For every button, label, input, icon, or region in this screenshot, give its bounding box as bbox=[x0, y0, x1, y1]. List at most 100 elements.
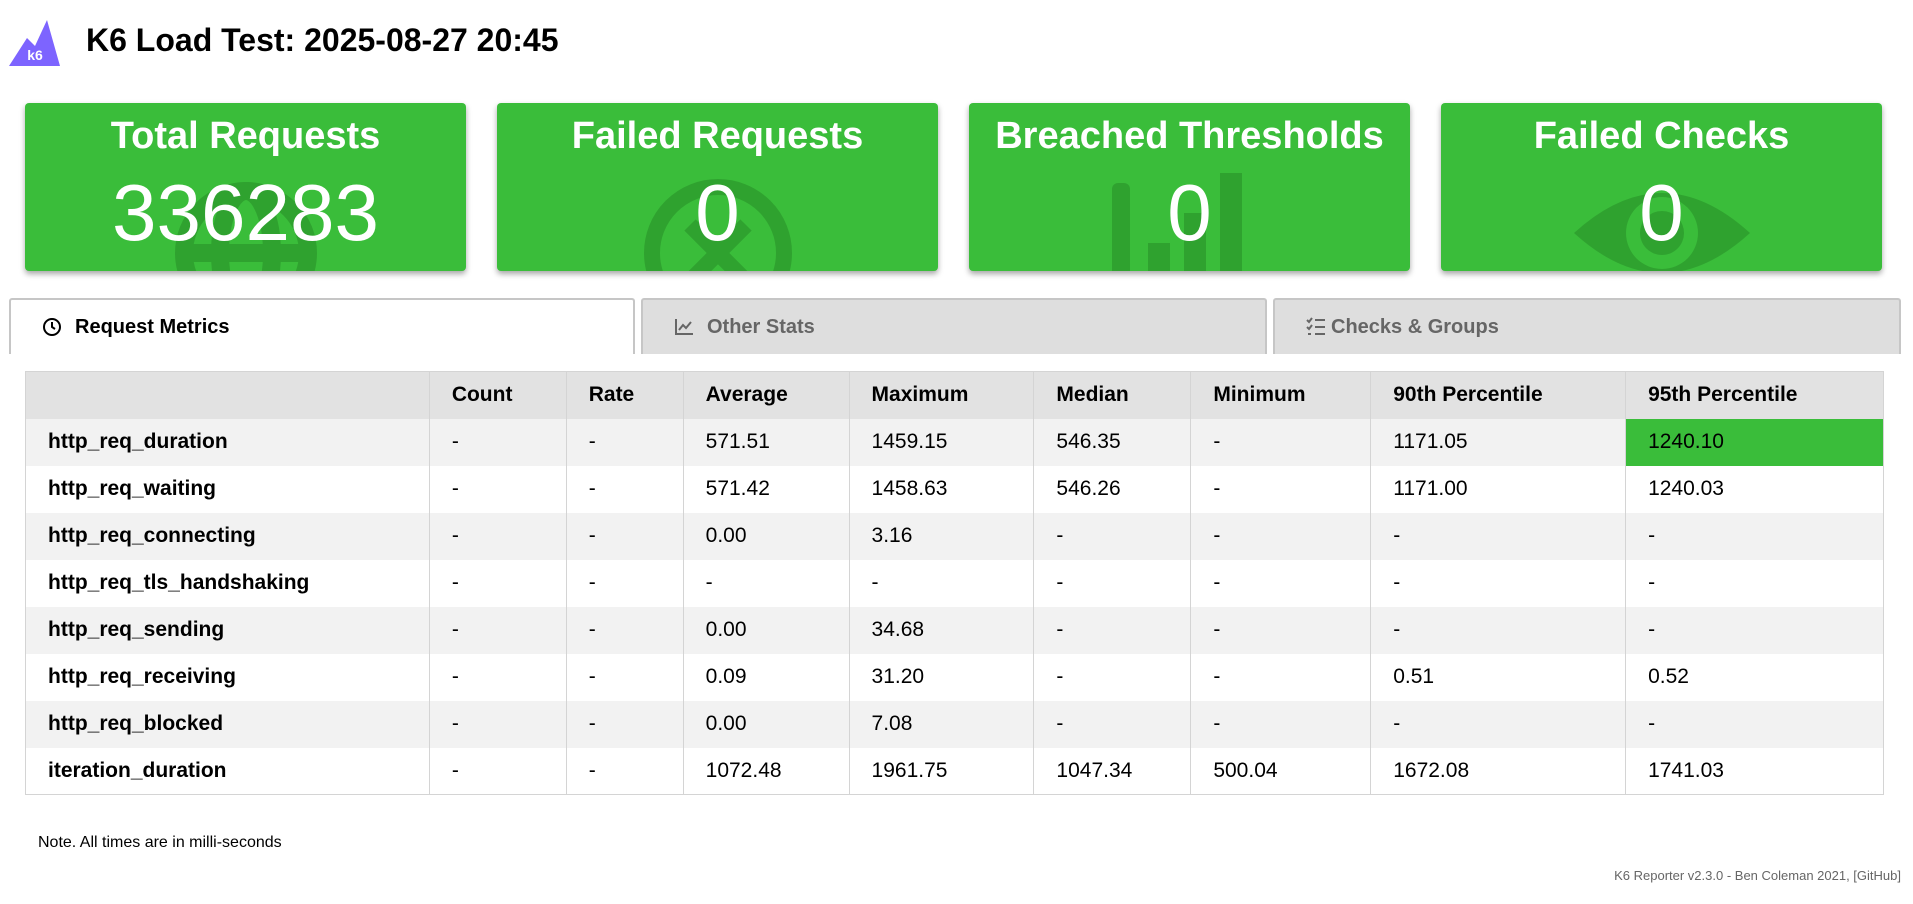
summary-box-total-requests: Total Requests 336283 bbox=[25, 103, 466, 271]
table-cell: 31.20 bbox=[849, 653, 1035, 701]
table-cell: 3.16 bbox=[849, 512, 1035, 560]
table-cell: - bbox=[1370, 606, 1627, 654]
table-cell: 571.51 bbox=[683, 418, 850, 466]
summary-value: 336283 bbox=[112, 168, 379, 257]
table-cell: 546.26 bbox=[1033, 465, 1192, 513]
summary-value: 0 bbox=[1639, 168, 1684, 257]
table-cell: 1961.75 bbox=[849, 747, 1035, 795]
table-cell: - bbox=[1648, 524, 1656, 547]
metric-name-cell: http_req_duration bbox=[25, 418, 430, 466]
column-header: Count bbox=[429, 371, 567, 419]
metric-name-cell: http_req_blocked bbox=[25, 700, 430, 748]
table-cell: - bbox=[1370, 512, 1627, 560]
tab-label: Checks & Groups bbox=[1331, 315, 1499, 338]
k6-logo-icon: k6 bbox=[9, 20, 60, 66]
summary-label: Breached Thresholds bbox=[995, 115, 1384, 157]
table-row: http_req_sending - - 0.00 34.68 - - - - bbox=[25, 606, 1884, 654]
clock-icon bbox=[43, 318, 61, 336]
summary-box-failed-checks: Failed Checks 0 bbox=[1441, 103, 1882, 271]
table-cell: - bbox=[683, 559, 850, 607]
column-header: Average bbox=[683, 371, 850, 419]
table-cell: - bbox=[429, 465, 567, 513]
table-cell: - bbox=[1190, 653, 1372, 701]
threshold-pass-cell: 1240.10 bbox=[1625, 418, 1884, 466]
table-cell: 1459.15 bbox=[849, 418, 1035, 466]
table-cell: 500.04 bbox=[1190, 747, 1372, 795]
table-cell: - bbox=[1033, 700, 1192, 748]
table-cell: - bbox=[1648, 571, 1656, 594]
table-cell: - bbox=[1190, 512, 1372, 560]
table-header-row: Count Rate Average Maximum Median Minimu… bbox=[25, 371, 1884, 419]
summary-box-breached-thresholds: Breached Thresholds 0 bbox=[969, 103, 1410, 271]
summary-label: Failed Requests bbox=[571, 115, 864, 157]
tab-other-stats[interactable]: Other Stats bbox=[641, 298, 1267, 354]
table-cell: - bbox=[566, 700, 684, 748]
column-header: Maximum bbox=[849, 371, 1035, 419]
table-cell: 1458.63 bbox=[849, 465, 1035, 513]
table-row: http_req_waiting - - 571.42 1458.63 546.… bbox=[25, 465, 1884, 513]
table-cell: 1171.00 bbox=[1370, 465, 1627, 513]
table-cell: 1171.05 bbox=[1370, 418, 1627, 466]
table-cell: - bbox=[566, 747, 684, 795]
table-cell: - bbox=[429, 653, 567, 701]
metric-name-cell: http_req_waiting bbox=[25, 465, 430, 513]
table-row: iteration_duration - - 1072.48 1961.75 1… bbox=[25, 747, 1884, 795]
table-cell: - bbox=[566, 512, 684, 560]
table-cell: 0.00 bbox=[683, 700, 850, 748]
units-note: Note. All times are in milli-seconds bbox=[38, 834, 282, 851]
table-cell: - bbox=[1370, 559, 1627, 607]
table-row: http_req_tls_handshaking - - - - - - - - bbox=[25, 559, 1884, 607]
table-cell: 0.00 bbox=[683, 606, 850, 654]
table-cell: 1240.03 bbox=[1648, 477, 1724, 500]
table-cell: - bbox=[1370, 700, 1627, 748]
tab-label: Other Stats bbox=[707, 315, 815, 338]
column-header: Rate bbox=[566, 371, 684, 419]
table-cell: - bbox=[566, 465, 684, 513]
summary-label: Total Requests bbox=[110, 115, 381, 157]
column-header: 90th Percentile bbox=[1370, 371, 1627, 419]
table-cell: - bbox=[1033, 653, 1192, 701]
table-cell: - bbox=[1033, 606, 1192, 654]
page-title: K6 Load Test: 2025-08-27 20:45 bbox=[86, 22, 559, 58]
table-cell: 34.68 bbox=[849, 606, 1035, 654]
column-header: 95th Percentile bbox=[1648, 383, 1798, 407]
table-cell: - bbox=[1033, 559, 1192, 607]
table-cell: - bbox=[1190, 700, 1372, 748]
table-cell: - bbox=[1190, 559, 1372, 607]
table-cell: - bbox=[1648, 618, 1656, 641]
page-header: k6 K6 Load Test: 2025-08-27 20:45 bbox=[0, 0, 1913, 80]
table-cell: - bbox=[1033, 512, 1192, 560]
table-cell: - bbox=[429, 700, 567, 748]
svg-text:k6: k6 bbox=[27, 47, 43, 63]
column-header: Minimum bbox=[1190, 371, 1372, 419]
table-cell: 1672.08 bbox=[1370, 747, 1627, 795]
line-chart-icon bbox=[675, 319, 693, 335]
tab-checks-groups[interactable]: Checks & Groups bbox=[1273, 298, 1901, 354]
table-cell: 7.08 bbox=[849, 700, 1035, 748]
table-cell: - bbox=[566, 653, 684, 701]
table-cell: - bbox=[566, 418, 684, 466]
tab-label: Request Metrics bbox=[75, 315, 230, 338]
table-cell: - bbox=[429, 606, 567, 654]
table-cell: - bbox=[849, 559, 1035, 607]
metric-name-cell: http_req_sending bbox=[25, 606, 430, 654]
metric-name-cell: iteration_duration bbox=[25, 747, 430, 795]
summary-value: 0 bbox=[695, 168, 740, 257]
metric-name-cell: http_req_receiving bbox=[25, 653, 430, 701]
table-cell: - bbox=[429, 512, 567, 560]
column-header bbox=[25, 371, 430, 419]
table-row: http_req_duration - - 571.51 1459.15 546… bbox=[25, 418, 1884, 466]
table-cell: - bbox=[1190, 606, 1372, 654]
tab-request-metrics[interactable]: Request Metrics bbox=[9, 298, 635, 354]
table-cell: 0.00 bbox=[683, 512, 850, 560]
footer-credits: K6 Reporter v2.3.0 - Ben Coleman 2021, [… bbox=[1614, 868, 1901, 883]
metric-name-cell: http_req_tls_handshaking bbox=[25, 559, 430, 607]
metric-name-cell: http_req_connecting bbox=[25, 512, 430, 560]
summary-label: Failed Checks bbox=[1533, 115, 1790, 157]
table-cell: 1047.34 bbox=[1033, 747, 1192, 795]
table-cell: - bbox=[429, 747, 567, 795]
column-header: Median bbox=[1033, 371, 1192, 419]
summary-box-failed-requests: Failed Requests 0 bbox=[497, 103, 938, 271]
table-row: http_req_receiving - - 0.09 31.20 - - 0.… bbox=[25, 653, 1884, 701]
summary-value: 0 bbox=[1167, 168, 1212, 257]
